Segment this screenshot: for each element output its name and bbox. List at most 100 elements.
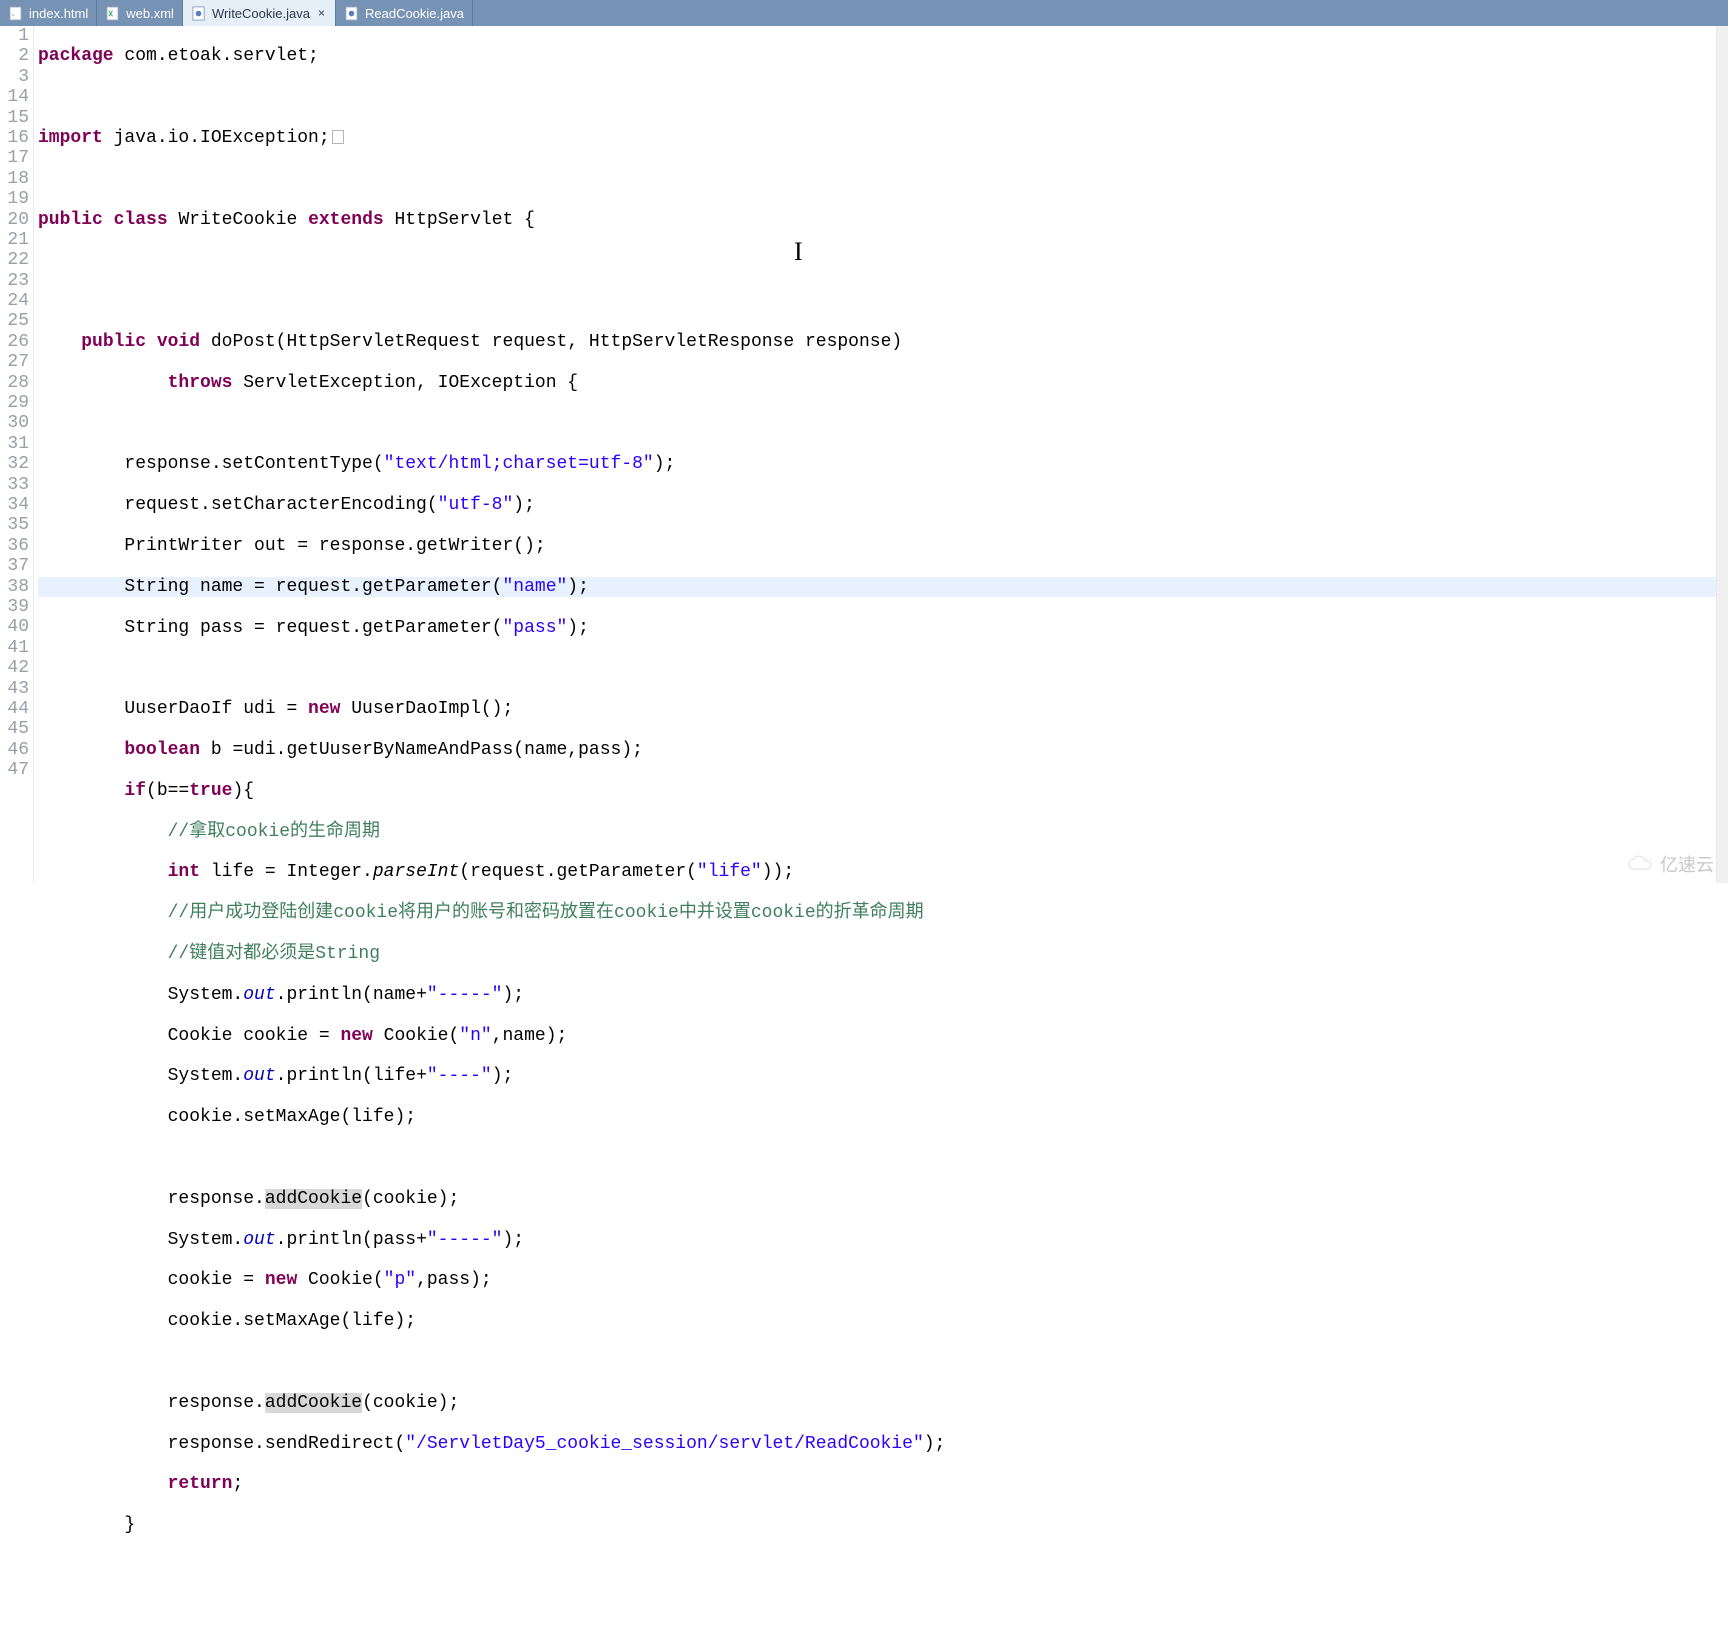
line-number: 18 [0,169,29,189]
line-number: 29 [0,393,29,413]
line-number: 24 [0,291,29,311]
line-number: 2 [0,46,29,66]
text-cursor-icon: I [794,242,803,262]
tab-label: ReadCookie.java [365,6,464,21]
code-line[interactable]: Cookie cookie = new Cookie("n",name); [38,1026,1716,1046]
tab-writecookie-java[interactable]: WriteCookie.java × [183,0,336,26]
line-number: 17 [0,148,29,168]
line-number: 19 [0,189,29,209]
line-number: 33 [0,475,29,495]
line-number: 47 [0,760,29,780]
line-number: 32 [0,454,29,474]
java-file-icon [191,6,206,21]
code-line[interactable]: cookie.setMaxAge(life); [38,1107,1716,1127]
cloud-icon [1626,855,1654,873]
line-number: 40 [0,617,29,637]
tab-label: web.xml [126,6,174,21]
xml-file-icon [105,6,120,21]
line-number: 3 [0,67,29,87]
line-number: 36 [0,536,29,556]
line-number: 28 [0,373,29,393]
code-line[interactable] [38,414,1716,434]
line-number: 42 [0,658,29,678]
line-number: 30 [0,413,29,433]
code-line[interactable]: PrintWriter out = response.getWriter(); [38,536,1716,556]
code-line[interactable]: throws ServletException, IOException { [38,373,1716,393]
line-number: 38 [0,577,29,597]
line-number: 14 [0,87,29,107]
code-line-current[interactable]: String name = request.getParameter("name… [38,577,1716,597]
line-number: 43 [0,679,29,699]
line-number: 31 [0,434,29,454]
code-line[interactable]: boolean b =udi.getUuserByNameAndPass(nam… [38,740,1716,760]
line-number: 16 [0,128,29,148]
watermark: 亿速云 [1626,851,1714,877]
code-line[interactable]: System.out.println(name+"-----"); [38,985,1716,1005]
code-line[interactable]: public void doPost(HttpServletRequest re… [38,332,1716,352]
code-line[interactable]: System.out.println(life+"----"); [38,1066,1716,1086]
code-area[interactable]: package com.etoak.servlet; import java.i… [34,26,1716,883]
code-line[interactable]: public class WriteCookie extends HttpSer… [38,210,1716,230]
tab-label: index.html [29,6,88,21]
watermark-text: 亿速云 [1660,851,1714,877]
line-number: 1 [0,26,29,46]
code-line[interactable] [38,1148,1716,1168]
code-line[interactable]: UuserDaoIf udi = new UuserDaoImpl(); [38,699,1716,719]
line-number: 26 [0,332,29,352]
tab-index-html[interactable]: ◦ index.html [0,0,97,26]
code-editor[interactable]: 1 2 3 14 15 16 17 18 19 20 21 22 23 24 2… [0,26,1728,883]
java-file-icon [344,6,359,21]
code-line[interactable]: cookie = new Cookie("p",pass); [38,1270,1716,1290]
code-line[interactable] [38,250,1716,270]
code-line[interactable]: System.out.println(pass+"-----"); [38,1230,1716,1250]
line-number: 34 [0,495,29,515]
occurrence-highlight: addCookie [265,1189,362,1209]
svg-text:◦: ◦ [12,10,15,19]
line-number: 22 [0,250,29,270]
code-line[interactable]: return; [38,1474,1716,1494]
code-line[interactable]: response.addCookie(cookie); [38,1189,1716,1209]
fold-indicator-icon[interactable] [332,130,344,144]
line-number: 41 [0,638,29,658]
code-line[interactable]: response.sendRedirect("/ServletDay5_cook… [38,1434,1716,1454]
line-number: 25 [0,311,29,331]
code-line[interactable]: package com.etoak.servlet; [38,46,1716,66]
code-line[interactable]: int life = Integer.parseInt(request.getP… [38,862,1716,882]
code-line[interactable]: //拿取cookie的生命周期 [38,822,1716,842]
line-number: 44 [0,699,29,719]
code-line[interactable]: request.setCharacterEncoding("utf-8"); [38,495,1716,515]
line-number: 45 [0,719,29,739]
line-number: 37 [0,556,29,576]
code-line[interactable] [38,658,1716,678]
line-number-gutter: 1 2 3 14 15 16 17 18 19 20 21 22 23 24 2… [0,26,34,883]
code-line[interactable]: import java.io.IOException; [38,128,1716,148]
line-number: 21 [0,230,29,250]
tab-readcookie-java[interactable]: ReadCookie.java [336,0,473,26]
code-line[interactable]: if(b==true){ [38,781,1716,801]
line-number: 20 [0,210,29,230]
line-number: 35 [0,515,29,535]
close-icon[interactable]: × [316,6,327,20]
line-number: 27 [0,352,29,372]
tab-label: WriteCookie.java [212,6,310,21]
line-number: 39 [0,597,29,617]
code-line[interactable]: } [38,1515,1716,1535]
line-number: 46 [0,740,29,760]
code-line[interactable]: response.setContentType("text/html;chars… [38,454,1716,474]
code-line[interactable] [38,87,1716,107]
code-line[interactable] [38,169,1716,189]
code-line[interactable]: String pass = request.getParameter("pass… [38,618,1716,638]
editor-tab-bar: ◦ index.html web.xml WriteCookie.java × … [0,0,1728,26]
line-number: 23 [0,271,29,291]
overview-ruler[interactable] [1716,26,1728,883]
code-line[interactable] [38,1352,1716,1372]
line-number: 15 [0,108,29,128]
code-line[interactable]: //用户成功登陆创建cookie将用户的账号和密码放置在cookie中并设置co… [38,903,1716,923]
html-file-icon: ◦ [8,6,23,21]
code-line[interactable] [38,291,1716,311]
code-line[interactable]: //键值对都必须是String [38,944,1716,964]
tab-web-xml[interactable]: web.xml [97,0,183,26]
occurrence-highlight: addCookie [265,1393,362,1413]
code-line[interactable]: response.addCookie(cookie); [38,1393,1716,1413]
code-line[interactable]: cookie.setMaxAge(life); [38,1311,1716,1331]
